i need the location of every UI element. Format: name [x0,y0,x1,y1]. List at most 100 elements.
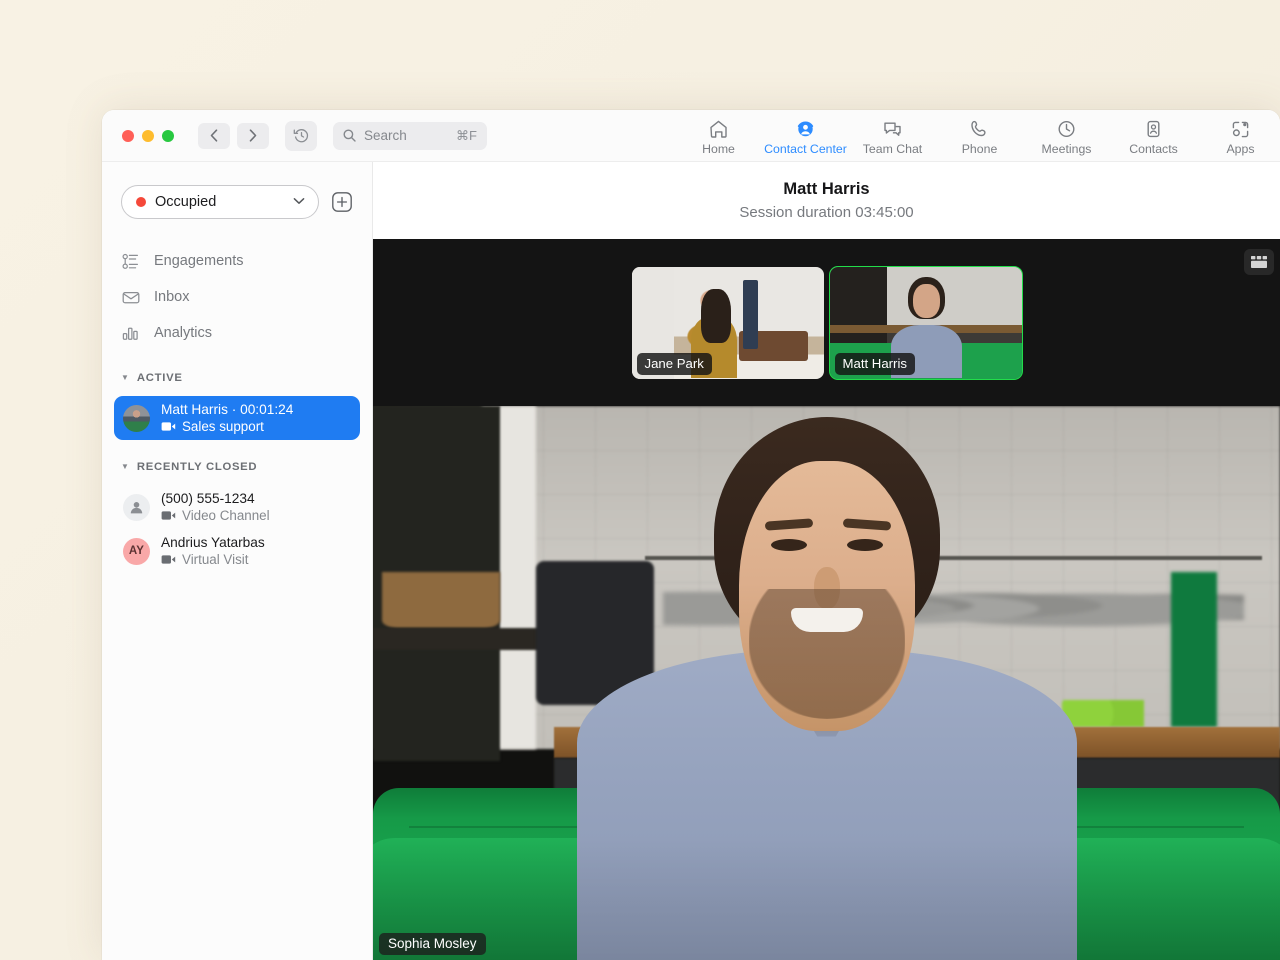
engagement-title: Matt Harris · 00:01:24 [161,402,293,417]
sidebar-item-inbox[interactable]: Inbox [102,279,372,315]
history-navigation [198,123,269,149]
envelope-icon [121,289,140,306]
main-navigation: Home Contact Center [675,110,1280,162]
status-row: Occupied [102,185,372,219]
contact-card-icon [1143,117,1164,139]
engagement-item-phone-number[interactable]: (500) 555-1234 Video Channel [114,485,360,529]
home-icon [708,117,729,139]
chevron-down-icon [293,196,305,208]
avatar [123,494,150,521]
nav-item-team-chat[interactable]: Team Chat [849,110,936,162]
page-title: Matt Harris [783,180,869,199]
engagement-title: Andrius Yatarbas [161,535,265,550]
window-controls [122,130,174,142]
nav-label: Contacts [1129,142,1178,156]
video-camera-icon [161,554,176,565]
main-pane: Matt Harris Session duration 03:45:00 Ja… [373,162,1280,960]
bar-chart-icon [121,325,140,341]
engagement-channel: Sales support [161,419,293,434]
layout-view-icon [1250,255,1268,269]
engagement-channel-label: Video Channel [182,508,270,523]
search-placeholder: Search [364,128,448,143]
engagement-text: Andrius Yatarbas Virtual Visit [161,535,265,567]
chat-bubbles-icon [882,117,903,139]
participant-filmstrip: Jane Park Matt Harris [373,239,1280,406]
sidebar: Occupied [102,162,373,960]
video-stage: Jane Park Matt Harris [373,239,1280,960]
engagement-channel-label: Sales support [182,419,264,434]
participant-thumbnail-jane-park[interactable]: Jane Park [632,267,824,379]
section-header-active[interactable]: ▼ ACTIVE [102,367,372,389]
minimize-window-button[interactable] [142,130,154,142]
history-clock-icon [293,127,310,144]
phone-handset-icon [969,117,990,139]
history-button[interactable] [285,121,317,151]
section-title: RECENTLY CLOSED [137,461,257,473]
nav-item-apps[interactable]: Apps [1197,110,1280,162]
nav-item-phone[interactable]: Phone [936,110,1023,162]
active-speaker-video[interactable]: Sophia Mosley [373,406,1280,960]
participant-name-label: Jane Park [637,353,712,375]
engagement-title: (500) 555-1234 [161,491,270,506]
search-input[interactable]: Search ⌘F [333,122,487,150]
session-duration: Session duration 03:45:00 [739,204,913,221]
sidebar-item-label: Engagements [154,253,243,269]
nav-item-contacts[interactable]: Contacts [1110,110,1197,162]
participant-thumbnail-matt-harris[interactable]: Matt Harris [830,267,1022,379]
video-camera-icon [161,510,176,521]
avatar: AY [123,538,150,565]
status-dot-icon [136,197,146,207]
engagement-text: (500) 555-1234 Video Channel [161,491,270,523]
contact-center-icon [795,117,816,139]
forward-button[interactable] [237,123,269,149]
active-engagements-list: Matt Harris · 00:01:24 Sales support [102,396,372,440]
section-header-recently-closed[interactable]: ▼ RECENTLY CLOSED [102,456,372,478]
status-label: Occupied [155,194,284,210]
new-engagement-button[interactable] [330,190,354,214]
chevron-down-icon: ▼ [121,374,129,382]
avatar-initials: AY [129,545,144,557]
recently-closed-list: (500) 555-1234 Video Channel [102,485,372,573]
nav-item-home[interactable]: Home [675,110,762,162]
app-window: Search ⌘F Home [102,110,1280,960]
layout-view-button[interactable] [1244,249,1274,275]
status-dropdown[interactable]: Occupied [121,185,319,219]
apps-grid-icon [1230,117,1251,139]
title-bar: Search ⌘F Home [102,110,1280,162]
back-button[interactable] [198,123,230,149]
sidebar-nav-list: Engagements Inbox [102,243,372,351]
person-icon [129,500,144,515]
sidebar-item-label: Inbox [154,289,189,305]
clock-icon [1056,117,1077,139]
close-window-button[interactable] [122,130,134,142]
sidebar-item-label: Analytics [154,325,212,341]
chevron-down-icon: ▼ [121,463,129,471]
engagement-text: Matt Harris · 00:01:24 Sales support [161,402,293,434]
section-title: ACTIVE [137,372,183,384]
engagements-queue-icon [121,253,140,270]
avatar [123,405,150,432]
engagement-item-matt-harris[interactable]: Matt Harris · 00:01:24 Sales support [114,396,360,440]
nav-label: Home [702,142,735,156]
nav-item-meetings[interactable]: Meetings [1023,110,1110,162]
search-icon [343,129,356,142]
nav-item-contact-center[interactable]: Contact Center [762,110,849,162]
engagement-item-andrius-yatarbas[interactable]: AY Andrius Yatarbas Virtual Visit [114,529,360,573]
search-shortcut: ⌘F [456,128,477,144]
participant-name-label: Matt Harris [835,353,915,375]
call-header: Matt Harris Session duration 03:45:00 [373,162,1280,239]
video-camera-icon [161,421,176,432]
sidebar-item-analytics[interactable]: Analytics [102,315,372,351]
engagement-channel: Video Channel [161,508,270,523]
maximize-window-button[interactable] [162,130,174,142]
nav-label: Team Chat [863,142,922,156]
nav-label: Contact Center [764,142,847,156]
nav-label: Meetings [1042,142,1092,156]
plus-circle-icon [331,191,353,213]
engagement-channel: Virtual Visit [161,552,265,567]
window-body: Occupied [102,162,1280,960]
sidebar-item-engagements[interactable]: Engagements [102,243,372,279]
chevron-right-icon [249,129,257,142]
active-speaker-name-label: Sophia Mosley [379,933,486,955]
nav-label: Apps [1226,142,1254,156]
